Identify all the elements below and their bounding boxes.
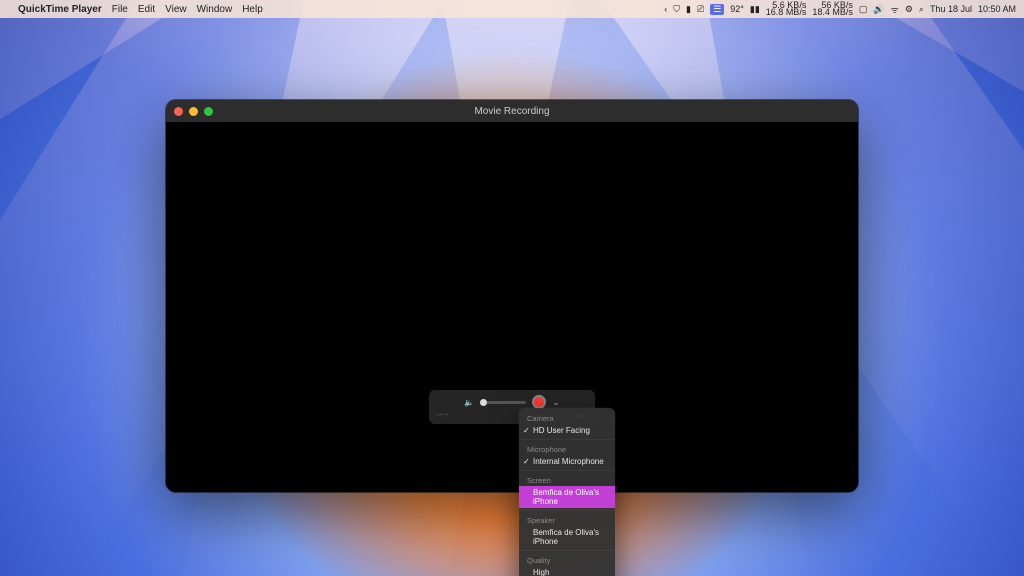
menu-header-speaker: Speaker [519,513,615,526]
menu-help[interactable]: Help [242,4,263,15]
menu-item[interactable]: ✓HD User Facing [519,424,615,437]
window-title: Movie Recording [166,106,858,117]
airplay-icon[interactable]: ▢ [859,4,868,15]
control-center-icon[interactable]: ⚙ [905,4,913,15]
menubar-date[interactable]: Thu 18 Jul [930,4,972,14]
chevron-left-icon[interactable]: ‹ [664,4,667,14]
network-speed-1[interactable]: 5.6 KB/s16.8 MB/s [766,2,807,16]
menu-item-label: High [533,568,549,576]
movie-recording-window: Movie Recording 🔈 ⌄ --:-- [166,100,858,492]
temperature-indicator[interactable]: 92° [730,4,744,14]
recording-options-menu: Camera✓HD User FacingMicrophone✓Internal… [519,408,615,576]
menu-item[interactable]: Bemfica de Oliva's iPhone [519,526,615,548]
record-button[interactable] [532,395,546,409]
wifi-icon[interactable]: ᯤ [891,3,899,16]
network-speed-2[interactable]: 56 KB/s18.4 MB/s [812,2,853,16]
search-icon[interactable]: ⌕ [919,4,924,15]
check-icon: ✓ [523,457,530,466]
menu-window[interactable]: Window [197,4,233,15]
status-shield-icon[interactable]: ⛉ [673,4,680,15]
video-preview [166,122,858,492]
window-titlebar[interactable]: Movie Recording [166,100,858,122]
volume-knob[interactable] [480,399,487,406]
menu-header-microphone: Microphone [519,442,615,455]
menu-edit[interactable]: Edit [138,4,155,15]
check-icon: ✓ [523,426,530,435]
app-menu[interactable]: QuickTime Player [18,4,102,15]
menubar: QuickTime Player File Edit View Window H… [0,0,1024,18]
menu-item-label: Bemfica de Oliva's iPhone [533,528,599,546]
menu-file[interactable]: File [112,4,128,15]
sound-icon[interactable]: 🔊 [873,4,884,15]
menu-item[interactable]: ✓Internal Microphone [519,455,615,468]
menubar-time[interactable]: 10:50 AM [978,4,1016,14]
menu-item-label: Bemfica de Oliva's iPhone [533,488,599,506]
menu-header-quality: Quality [519,553,615,566]
menu-view[interactable]: View [165,4,187,15]
bars-icon[interactable]: ▮▮ [750,4,760,15]
options-chevron-icon[interactable]: ⌄ [552,397,560,408]
elapsed-time: --:-- [437,412,448,419]
menu-item[interactable]: Bemfica de Oliva's iPhone [519,486,615,508]
menu-item-label: Internal Microphone [533,457,604,466]
volume-icon: 🔈 [464,398,474,407]
status-menu-icon[interactable]: ☰ [710,4,724,15]
display-icon[interactable]: ⎚ [697,4,704,15]
menu-item[interactable]: High [519,566,615,576]
menu-item-label: HD User Facing [533,426,590,435]
battery-icon[interactable]: ▮ [686,4,691,15]
volume-slider[interactable] [480,401,526,404]
menu-header-camera: Camera [519,411,615,424]
menu-header-screen: Screen [519,473,615,486]
menubar-right: ‹ ⛉ ▮ ⎚ ☰ 92° ▮▮ 5.6 KB/s16.8 MB/s 56 KB… [664,2,1016,16]
